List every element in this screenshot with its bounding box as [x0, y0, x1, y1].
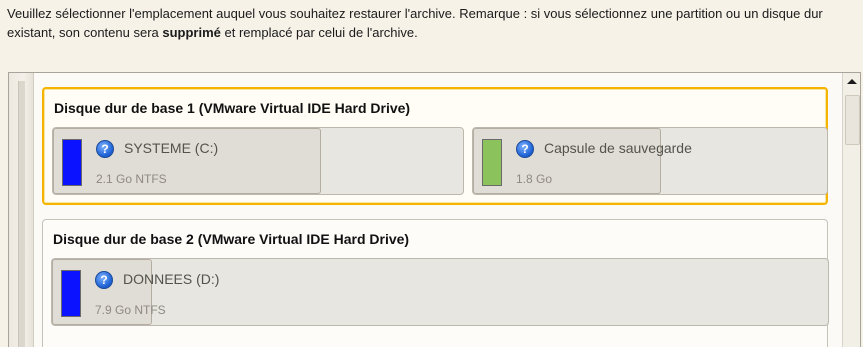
help-icon[interactable]: ?	[95, 271, 113, 289]
partition-color-block	[482, 139, 502, 186]
scroll-thumb[interactable]	[845, 95, 860, 145]
partition-name: SYSTEME (C:)	[124, 140, 219, 156]
disk-1-card[interactable]: Disque dur de base 1 (VMware Virtual IDE…	[42, 87, 828, 205]
instructions-text: Veuillez sélectionner l'emplacement auqu…	[7, 4, 857, 42]
disk-2-title: Disque dur de base 2 (VMware Virtual IDE…	[53, 231, 410, 247]
partition-name: DONNEES (D:)	[123, 271, 220, 287]
partition-info: 2.1 Go NTFS	[96, 172, 167, 186]
disk-1-title: Disque dur de base 1 (VMware Virtual IDE…	[54, 100, 411, 116]
partition-donnees-d[interactable]: ? DONNEES (D:) 7.9 Go NTFS	[51, 258, 829, 326]
help-icon[interactable]: ?	[96, 140, 114, 158]
partition-info: 7.9 Go NTFS	[95, 303, 166, 317]
tree-gutter	[9, 73, 34, 347]
partition-capsule[interactable]: ? Capsule de sauvegarde 1.8 Go	[472, 127, 828, 195]
partition-info: 1.8 Go	[516, 172, 553, 186]
partition-color-block	[61, 270, 81, 317]
instructions-end: et remplacé par celui de l'archive.	[220, 25, 418, 40]
partition-color-block	[62, 139, 82, 186]
scroll-up-arrow-icon[interactable]	[844, 75, 859, 90]
disk-2-card[interactable]: Disque dur de base 2 (VMware Virtual IDE…	[42, 219, 829, 347]
help-icon[interactable]: ?	[516, 140, 534, 158]
instructions-bold-word: supprimé	[162, 25, 221, 40]
vertical-scrollbar[interactable]	[842, 73, 860, 347]
disk-list-panel: Disque dur de base 1 (VMware Virtual IDE…	[8, 72, 861, 347]
partition-name: Capsule de sauvegarde	[544, 140, 692, 156]
partition-system-c[interactable]: ? SYSTEME (C:) 2.1 Go NTFS	[52, 127, 464, 195]
